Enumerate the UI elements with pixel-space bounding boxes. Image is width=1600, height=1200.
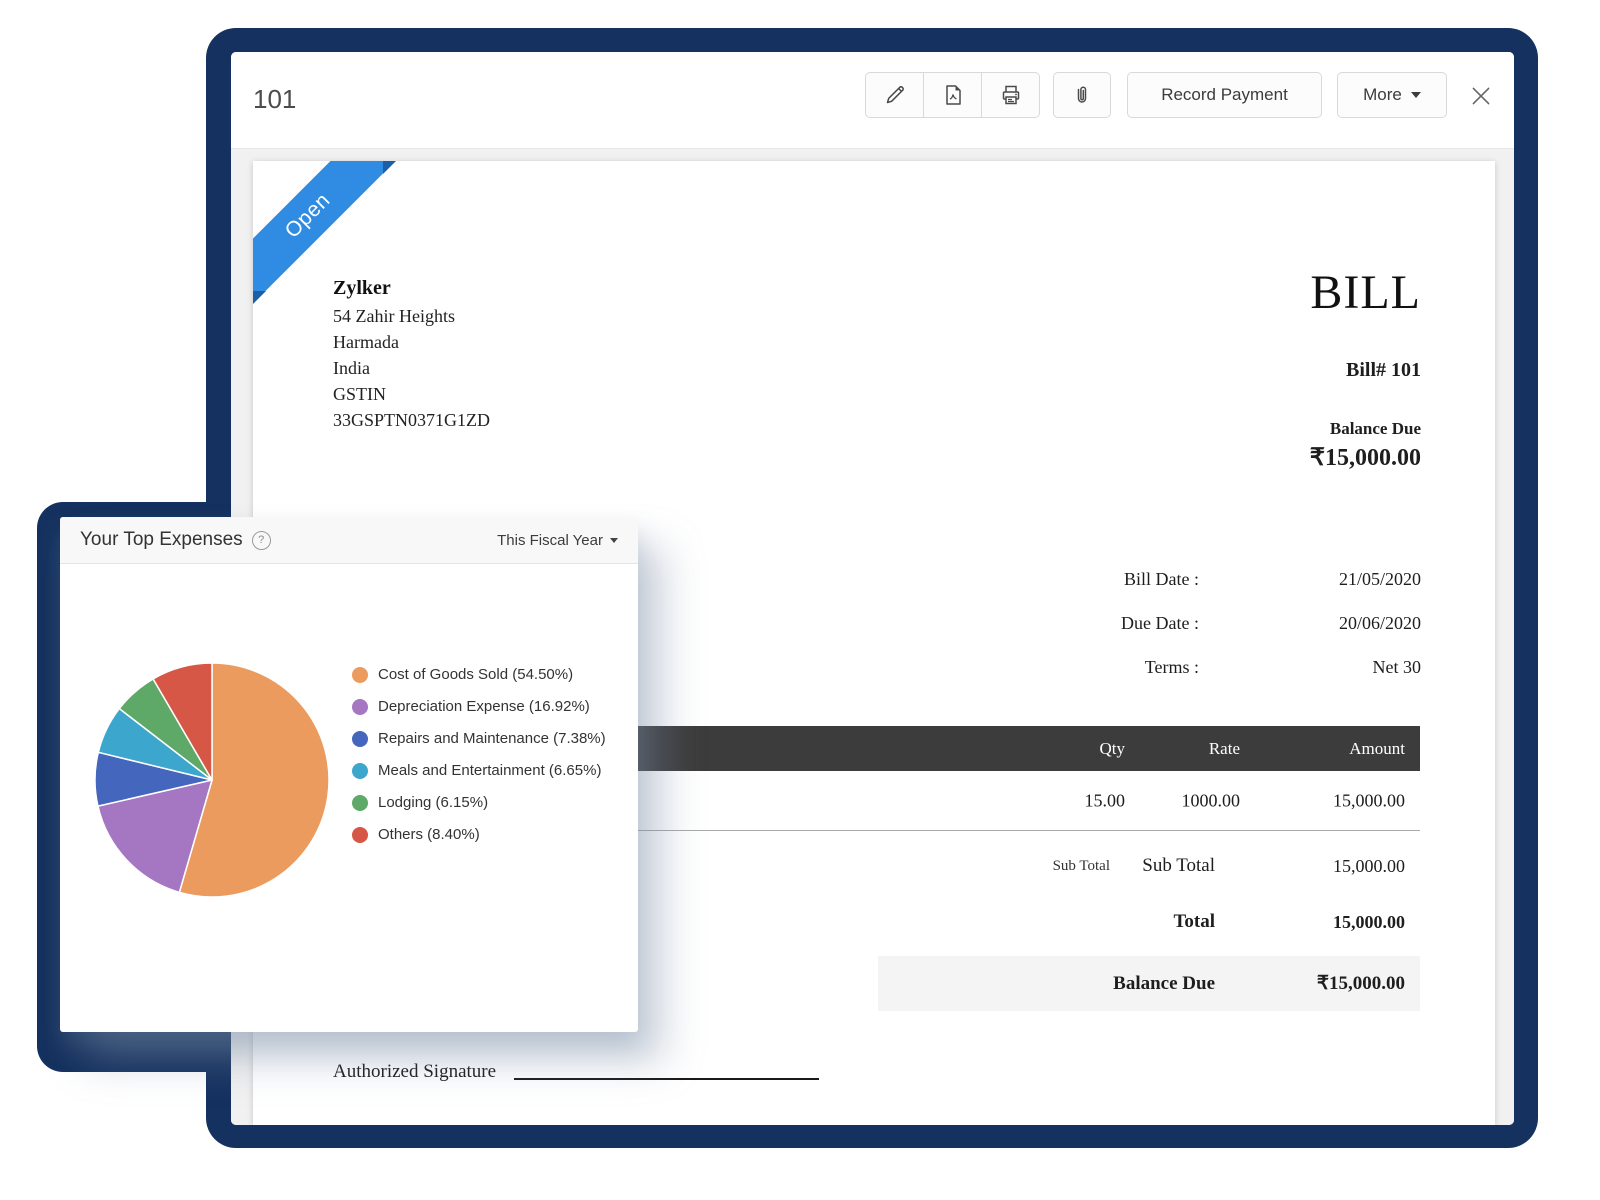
vendor-address-block: Zylker 54 Zahir Heights Harmada India GS… [333,273,490,433]
edit-button[interactable] [866,73,923,117]
pie-chart-svg [94,662,330,898]
printer-icon [999,83,1023,107]
caret-down-icon [1410,92,1421,98]
legend-dot [352,762,368,779]
bill-date-label: Bill Date : [1124,569,1199,589]
sub-total-small-label: Sub Total [1052,858,1110,874]
terms-row: Terms : Net 30 [1059,657,1421,685]
page: 101 Record Payment More Open Zylker 54 Z… [0,0,1600,1200]
sub-total-value: 15,000.00 [1333,856,1405,876]
total-value: 15,000.00 [1333,912,1405,932]
balance-due-row: Balance Due ₹15,000.00 [878,956,1420,1011]
record-payment-label: Record Payment [1161,85,1288,104]
due-date-row: Due Date : 20/06/2020 [1059,613,1421,641]
bill-date-value: 21/05/2020 [1338,569,1421,589]
top-expenses-header: Your Top Expenses ? This Fiscal Year [60,517,638,564]
terms-label: Terms : [1144,657,1199,677]
amount-cell: 15,000.00 [1333,790,1405,810]
bill-date-row: Bill Date : 21/05/2020 [1059,569,1421,597]
legend-dot [352,666,368,683]
rate-cell: 1000.00 [1181,790,1241,810]
toolbar-button-group [865,72,1040,118]
print-button[interactable] [981,73,1039,117]
legend-dot [352,730,368,747]
qty-cell: 15.00 [1084,790,1126,810]
legend-dot [352,698,368,715]
vendor-name: Zylker [333,277,391,299]
close-icon [1468,83,1494,109]
legend-label: Lodging (6.15%) [378,794,489,811]
balance-due-row-value: ₹15,000.00 [1316,973,1405,994]
ribbon-fold-top [383,161,396,174]
bill-number-title: 101 [253,84,297,114]
due-date-label: Due Date : [1121,613,1199,633]
document-title: BILL [1310,266,1421,319]
legend-item: Repairs and Maintenance (7.38%) [352,729,606,748]
amount-header: Amount [1349,738,1405,758]
more-button[interactable]: More [1337,72,1447,118]
legend-label: Meals and Entertainment (6.65%) [378,762,602,779]
legend-item: Others (8.40%) [352,825,606,844]
close-button[interactable] [1465,80,1497,112]
pdf-icon [941,83,965,107]
balance-due-value: ₹15,000.00 [1309,445,1421,471]
authorized-signature-label: Authorized Signature [333,1061,497,1082]
top-expenses-title: Your Top Expenses [80,529,243,550]
bill-toolbar: 101 Record Payment More [231,52,1514,149]
sub-total-label: Sub Total [1142,855,1215,876]
caret-down-icon [610,537,618,543]
vendor-address-line: India [333,358,370,378]
balance-due-label: Balance Due [1329,419,1421,438]
legend-label: Cost of Goods Sold (54.50%) [378,666,574,683]
signature-block: Authorized Signature [333,1061,820,1083]
qty-header: Qty [1099,738,1126,758]
legend-item: Depreciation Expense (16.92%) [352,697,606,716]
attachments-button[interactable] [1053,72,1111,118]
vendor-address-line: 54 Zahir Heights [333,306,455,326]
export-pdf-button[interactable] [923,73,981,117]
legend-item: Meals and Entertainment (6.65%) [352,761,606,780]
legend-item: Cost of Goods Sold (54.50%) [352,665,606,684]
balance-due-row-label: Balance Due [1113,973,1215,994]
expenses-pie-chart [92,660,332,900]
legend-dot [352,794,368,811]
paperclip-icon [1070,83,1094,107]
help-icon[interactable]: ? [251,530,271,550]
legend-label: Depreciation Expense (16.92%) [378,698,590,715]
period-selector-label: This Fiscal Year [497,531,603,549]
terms-value: Net 30 [1372,657,1422,677]
record-payment-button[interactable]: Record Payment [1127,72,1322,118]
due-date-value: 20/06/2020 [1338,613,1421,633]
total-label: Total [1173,911,1215,932]
legend-item: Lodging (6.15%) [352,793,606,812]
pie-legend: Cost of Goods Sold (54.50%) Depreciation… [352,665,606,857]
bill-number: Bill# 101 [1345,359,1421,381]
vendor-address-line: GSTIN [333,384,386,404]
vendor-address-line: 33GSPTN0371G1ZD [333,410,491,430]
rate-header: Rate [1208,738,1240,758]
top-expenses-card: Your Top Expenses ? This Fiscal Year Cos… [60,517,638,1032]
legend-label: Others (8.40%) [378,826,480,843]
more-label: More [1363,85,1402,104]
signature-line [514,1061,820,1080]
vendor-address-line: Harmada [333,332,399,352]
period-selector[interactable]: This Fiscal Year [497,532,618,549]
legend-dot [352,826,368,843]
bill-meta: Bill Date : 21/05/2020 Due Date : 20/06/… [1059,569,1421,701]
ribbon-fold-left [253,291,266,304]
pencil-icon [883,83,907,107]
legend-label: Repairs and Maintenance (7.38%) [378,730,606,747]
